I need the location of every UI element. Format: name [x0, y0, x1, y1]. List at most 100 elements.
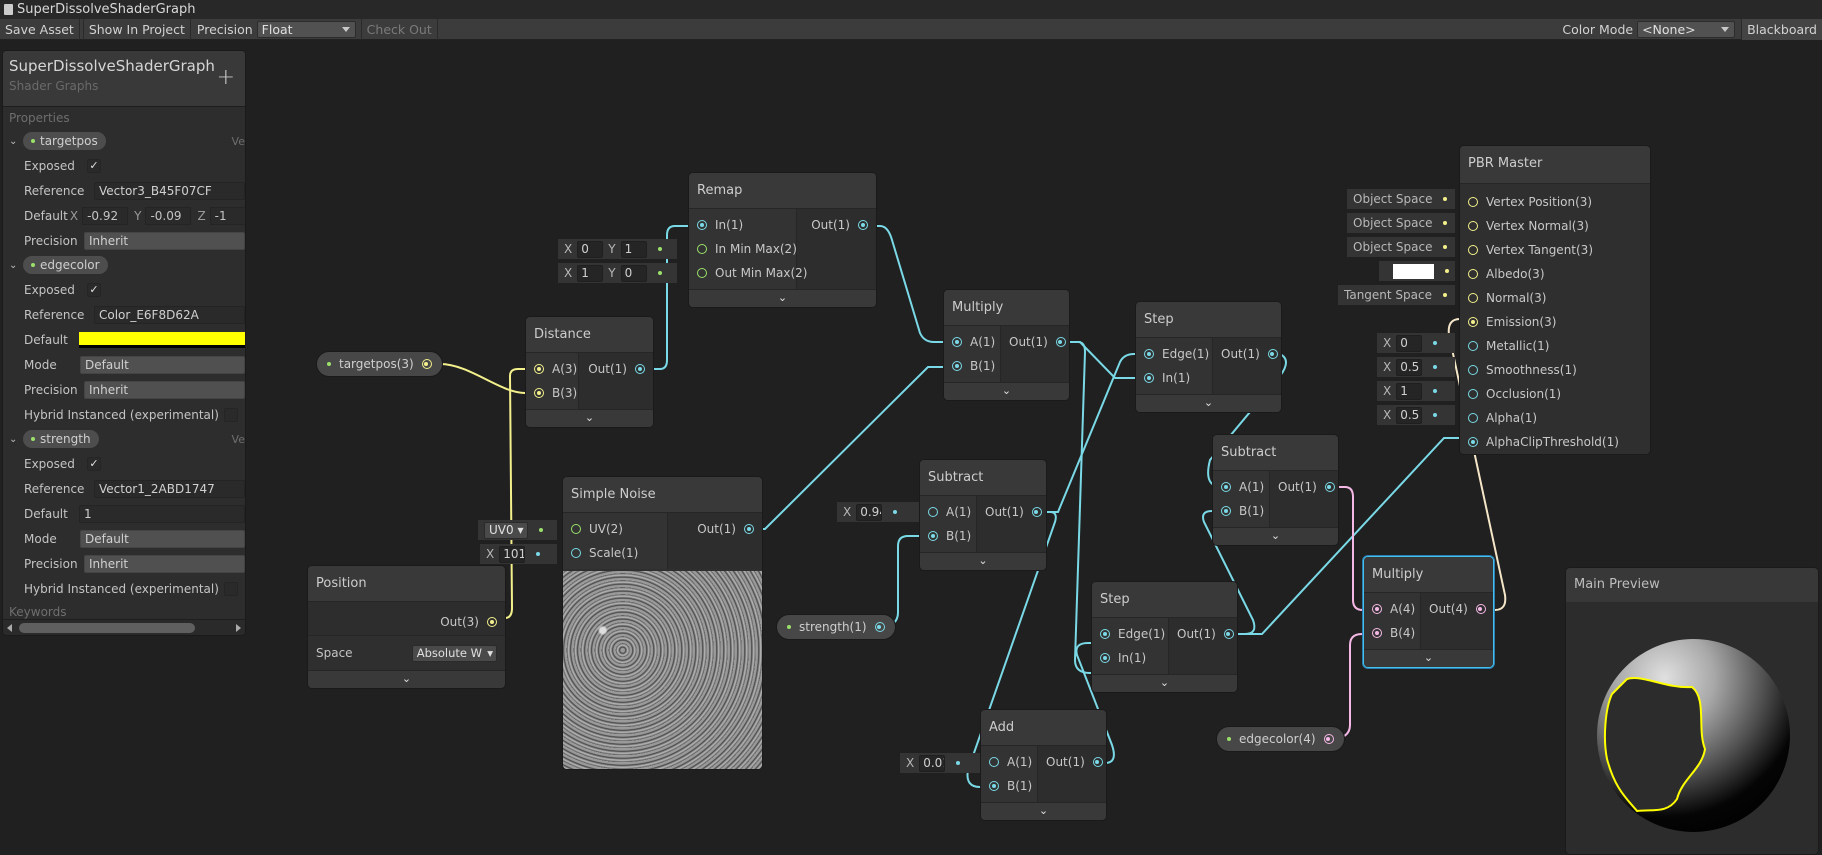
- port-icon[interactable]: [1372, 628, 1382, 638]
- port-icon[interactable]: [487, 617, 497, 627]
- space-label[interactable]: Object Space: [1353, 240, 1432, 254]
- collapse-chevron-icon[interactable]: ⌄: [1136, 394, 1281, 412]
- pbr-master-node[interactable]: PBR Master Vertex Position(3) Vertex Nor…: [1459, 145, 1651, 455]
- port-out[interactable]: Out(3): [308, 610, 505, 634]
- port-icon[interactable]: [571, 524, 581, 534]
- exposed-checkbox[interactable]: ✓: [87, 456, 101, 471]
- targetpos-property-node[interactable]: targetpos(3): [316, 351, 443, 377]
- port-normal[interactable]: Normal(3): [1460, 286, 1650, 310]
- strength-property-node[interactable]: strength(1): [776, 614, 896, 640]
- port-a[interactable]: A(1): [1213, 475, 1269, 499]
- port-a[interactable]: A(1): [944, 330, 1000, 354]
- step-node[interactable]: Step Edge(1) In(1) Out(1) ⌄: [1091, 581, 1238, 693]
- port-out[interactable]: Out(1): [797, 213, 876, 237]
- chevron-down-icon[interactable]: ⌄: [9, 136, 19, 147]
- port-a[interactable]: A(3): [526, 357, 578, 381]
- port-b[interactable]: B(1): [1213, 499, 1269, 523]
- port-in[interactable]: In(1): [1092, 646, 1168, 670]
- hybrid-checkbox[interactable]: [224, 581, 238, 596]
- port-icon[interactable]: [697, 220, 707, 230]
- property-pill[interactable]: targetpos: [23, 132, 106, 150]
- port-icon[interactable]: [1468, 437, 1478, 447]
- port-icon[interactable]: [1221, 506, 1231, 516]
- port-uv[interactable]: UV(2): [563, 517, 667, 541]
- position-node[interactable]: Position Out(3) Space Absolute W ▾ ⌄: [307, 565, 506, 689]
- precision-dropdown[interactable]: Inherit: [84, 380, 245, 399]
- port-out[interactable]: Out(1): [1213, 342, 1281, 366]
- preview-sphere[interactable]: [1597, 639, 1790, 832]
- step-node[interactable]: Step Edge(1) In(1) Out(1) ⌄: [1135, 301, 1282, 413]
- port-icon[interactable]: [534, 364, 544, 374]
- scale-field[interactable]: 101: [499, 545, 526, 563]
- port-icon[interactable]: [952, 337, 962, 347]
- port-inminmax[interactable]: In Min Max(2): [689, 237, 797, 261]
- outminmax-x-field[interactable]: 1: [577, 264, 604, 282]
- port-icon[interactable]: [928, 531, 938, 541]
- port-icon[interactable]: [952, 361, 962, 371]
- port-icon[interactable]: [989, 781, 999, 791]
- port-a[interactable]: A(1): [920, 500, 976, 524]
- port-icon[interactable]: [1100, 629, 1110, 639]
- port-emission[interactable]: Emission(3): [1460, 310, 1650, 334]
- port-vertex-tangent[interactable]: Vertex Tangent(3): [1460, 238, 1650, 262]
- multiply-node[interactable]: Multiply A(1) B(1) Out(1) ⌄: [943, 289, 1070, 401]
- port-icon[interactable]: [534, 388, 544, 398]
- port-icon[interactable]: [989, 757, 999, 767]
- port-icon[interactable]: [1372, 604, 1382, 614]
- hybrid-checkbox[interactable]: [224, 407, 238, 422]
- metallic-field[interactable]: 0: [1396, 334, 1423, 352]
- precision-dropdown[interactable]: Inherit: [84, 554, 245, 573]
- port-alpha[interactable]: Alpha(1): [1460, 406, 1650, 430]
- space-label[interactable]: Object Space: [1353, 216, 1432, 230]
- port-albedo[interactable]: Albedo(3): [1460, 262, 1650, 286]
- port-b[interactable]: B(1): [944, 354, 1000, 378]
- port-icon[interactable]: [1031, 507, 1042, 517]
- port-icon[interactable]: [928, 507, 938, 517]
- property-pill[interactable]: edgecolor: [23, 256, 108, 274]
- property-edgecolor[interactable]: ⌄ edgecolor: [3, 253, 245, 277]
- port-icon[interactable]: [635, 364, 645, 374]
- inminmax-y-field[interactable]: 1: [620, 240, 647, 258]
- port-icon[interactable]: [1468, 293, 1478, 303]
- outminmax-y-field[interactable]: 0: [620, 264, 647, 282]
- mode-dropdown[interactable]: Default: [80, 355, 245, 374]
- port-icon[interactable]: [858, 220, 868, 230]
- space-label[interactable]: Tangent Space: [1344, 288, 1432, 302]
- chevron-down-icon[interactable]: ⌄: [9, 434, 19, 445]
- port-icon[interactable]: [744, 524, 754, 534]
- port-icon[interactable]: [1468, 317, 1478, 327]
- reference-field[interactable]: Color_E6F8D62A: [94, 305, 245, 324]
- occlusion-field[interactable]: 1: [1396, 382, 1423, 400]
- uv-dropdown[interactable]: UV0 ▾: [484, 521, 529, 539]
- port-scale[interactable]: Scale(1): [563, 541, 667, 565]
- port-edge[interactable]: Edge(1): [1136, 342, 1212, 366]
- albedo-color-swatch[interactable]: [1393, 263, 1434, 279]
- port-vertex-position[interactable]: Vertex Position(3): [1460, 190, 1650, 214]
- port-icon[interactable]: [697, 268, 707, 278]
- port-b[interactable]: B(1): [920, 524, 976, 548]
- add-property-icon[interactable]: +: [217, 65, 235, 90]
- port-in[interactable]: In(1): [1136, 366, 1212, 390]
- port-icon[interactable]: [421, 359, 432, 369]
- horizontal-scrollbar[interactable]: [3, 619, 245, 635]
- edgecolor-property-node[interactable]: edgecolor(4): [1216, 726, 1345, 752]
- port-a[interactable]: A(1): [981, 750, 1037, 774]
- port-icon[interactable]: [1323, 734, 1334, 744]
- property-strength[interactable]: ⌄ strength Ve: [3, 427, 245, 451]
- port-icon[interactable]: [1468, 341, 1478, 351]
- port-vertex-normal[interactable]: Vertex Normal(3): [1460, 214, 1650, 238]
- port-out[interactable]: Out(1): [1169, 622, 1237, 646]
- port-icon[interactable]: [874, 622, 885, 632]
- port-a[interactable]: A(4): [1364, 597, 1420, 621]
- port-out[interactable]: Out(1): [1270, 475, 1338, 499]
- port-icon[interactable]: [1468, 245, 1478, 255]
- subtract-node[interactable]: Subtract A(1) B(1) Out(1) ⌄: [919, 459, 1047, 571]
- port-smoothness[interactable]: Smoothness(1): [1460, 358, 1650, 382]
- default-field[interactable]: 1: [79, 504, 245, 523]
- port-icon[interactable]: [1223, 629, 1234, 639]
- exposed-checkbox[interactable]: ✓: [87, 158, 101, 173]
- distance-node[interactable]: Distance A(3) B(3) Out(1) ⌄: [525, 316, 654, 428]
- a-value-field[interactable]: 0.01: [919, 754, 946, 772]
- inminmax-x-field[interactable]: 0: [577, 240, 604, 258]
- port-icon[interactable]: [1055, 337, 1066, 347]
